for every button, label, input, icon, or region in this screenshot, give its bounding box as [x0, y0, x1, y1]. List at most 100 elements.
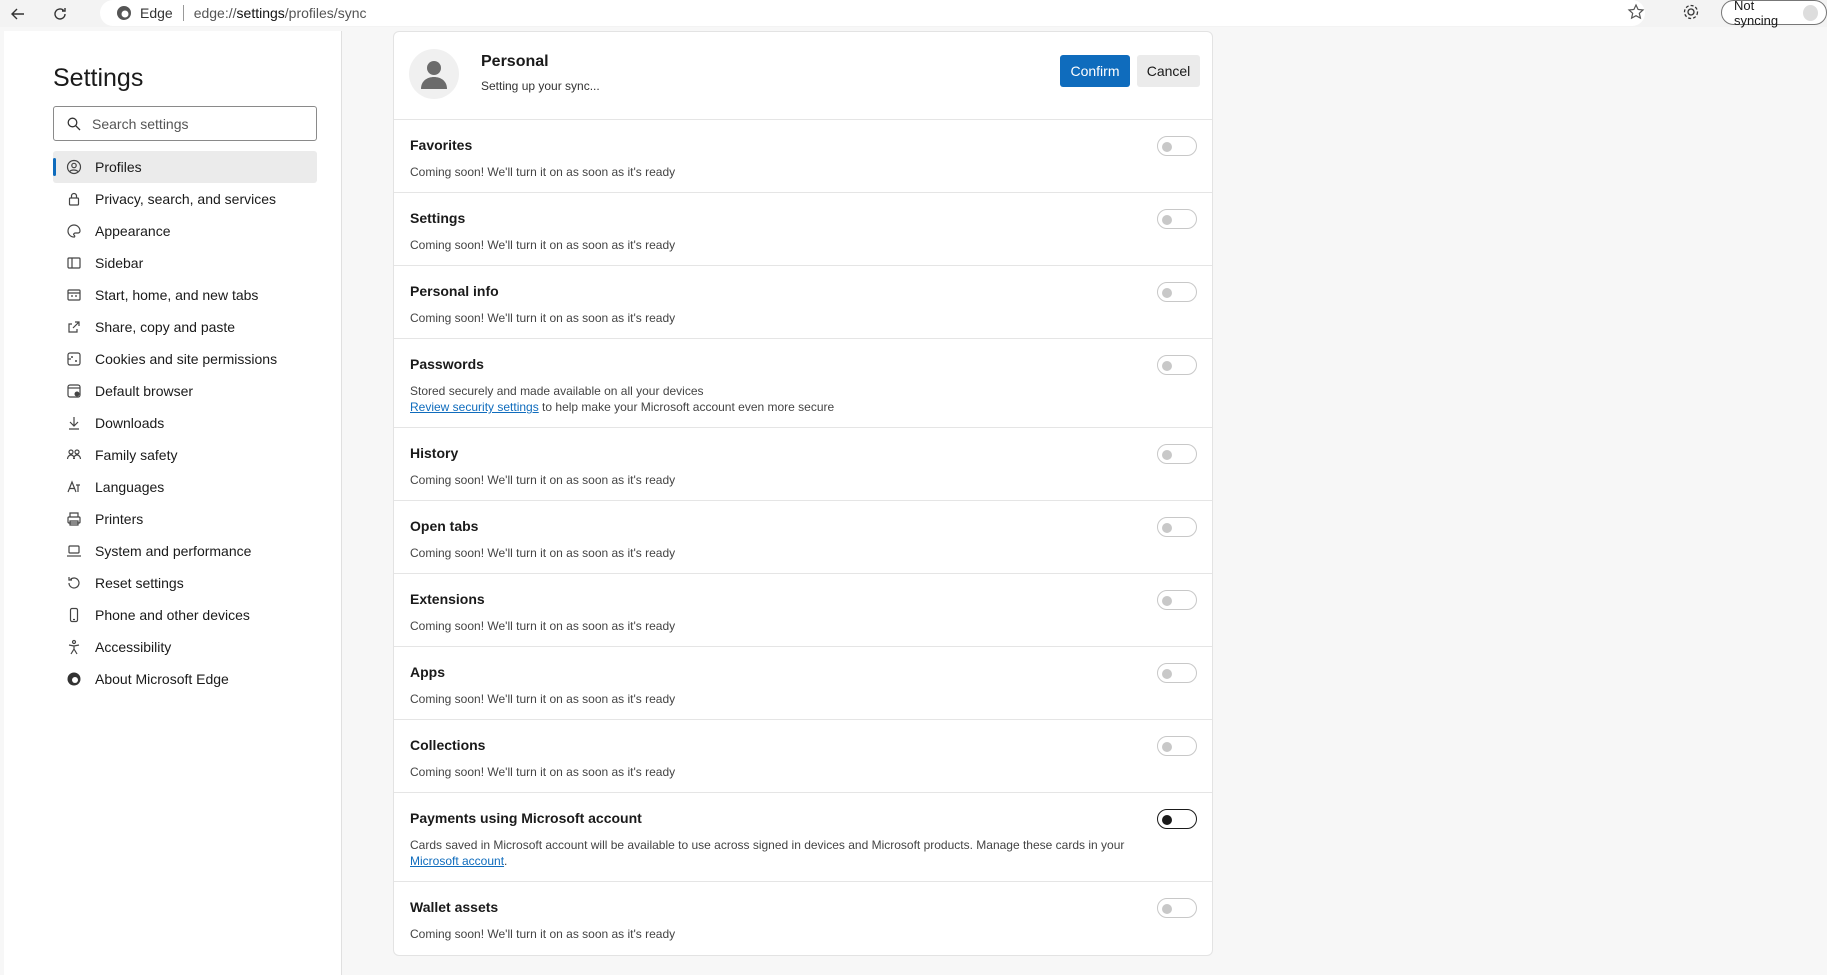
sync-item-description: Coming soon! We'll turn it on as soon as… [410, 472, 1170, 488]
address-bar[interactable]: Edge edge://settings/profiles/sync [100, 0, 1645, 26]
sync-toggle-passwords[interactable] [1157, 355, 1197, 375]
sidebar-item-privacy-search-and-services[interactable]: Privacy, search, and services [53, 183, 317, 215]
sync-item-description-text: Coming soon! We'll turn it on as soon as… [410, 165, 676, 179]
extensions-button[interactable] [1682, 3, 1700, 26]
sync-item-title: Apps [410, 664, 445, 680]
sidebar-item-system-and-performance[interactable]: System and performance [53, 535, 317, 567]
sidebar-item-label: About Microsoft Edge [95, 671, 229, 687]
sidebar-item-default-browser[interactable]: Default browser [53, 375, 317, 407]
refresh-button[interactable] [42, 0, 78, 27]
sync-item-description: Stored securely and made available on al… [410, 383, 1170, 415]
sidebar-item-label: Default browser [95, 383, 194, 399]
palette-icon [65, 222, 83, 240]
sync-toggle-wallet-assets[interactable] [1157, 898, 1197, 918]
sync-item-title: Settings [410, 210, 466, 226]
sidebar-item-cookies-and-site-permissions[interactable]: Cookies and site permissions [53, 343, 317, 375]
sync-toggle-history[interactable] [1157, 444, 1197, 464]
lock-icon [65, 190, 83, 208]
sidebar-item-label: Languages [95, 479, 165, 495]
sync-item-description: Coming soon! We'll turn it on as soon as… [410, 237, 1170, 253]
sidebar-item-printers[interactable]: Printers [53, 503, 317, 535]
share-icon [65, 318, 83, 336]
profile-avatar [409, 49, 459, 99]
sync-toggle-payments-using-microsoft-account[interactable] [1157, 809, 1197, 829]
search-box[interactable] [53, 106, 317, 141]
edge-icon [65, 670, 83, 688]
sidebar-item-label: Reset settings [95, 575, 184, 591]
sidebar-item-downloads[interactable]: Downloads [53, 407, 317, 439]
sync-item-title: Favorites [410, 137, 473, 153]
sync-item-description-text: Coming soon! We'll turn it on as soon as… [410, 765, 676, 779]
sidebar-item-accessibility[interactable]: Accessibility [53, 631, 317, 663]
sync-item-description-text: Coming soon! We'll turn it on as soon as… [410, 238, 676, 252]
sidebar-item-sidebar[interactable]: Sidebar [53, 247, 317, 279]
sidebar-item-about-microsoft-edge[interactable]: About Microsoft Edge [53, 663, 317, 695]
profile-icon [65, 158, 83, 176]
sync-toggle-extensions[interactable] [1157, 590, 1197, 610]
gear-icon [1683, 4, 1699, 20]
sidebar-item-profiles[interactable]: Profiles [53, 151, 317, 183]
sync-item-description-text: Coming soon! We'll turn it on as soon as… [410, 692, 676, 706]
avatar-icon [1803, 4, 1818, 21]
toggle-knob [1162, 361, 1172, 371]
sidebar-item-appearance[interactable]: Appearance [53, 215, 317, 247]
browser-toolbar: Edge edge://settings/profiles/sync Not s… [0, 0, 1827, 28]
sync-status-button[interactable]: Not syncing [1721, 0, 1827, 28]
home-icon [65, 286, 83, 304]
toggle-knob [1162, 215, 1172, 225]
search-input[interactable] [92, 115, 302, 132]
laptop-icon [65, 542, 83, 560]
sidebar-item-start-home-and-new-tabs[interactable]: Start, home, and new tabs [53, 279, 317, 311]
accessibility-icon [65, 638, 83, 656]
sync-item-link[interactable]: Review security settings [410, 400, 539, 414]
sidebar-item-label: Appearance [95, 223, 171, 239]
page-title: Settings [53, 64, 144, 92]
toggle-knob [1162, 596, 1172, 606]
settings-sidebar: Settings Profiles Privacy, search, and se… [4, 31, 342, 975]
sync-item-description: Coming soon! We'll turn it on as soon as… [410, 926, 1170, 942]
back-button[interactable] [0, 0, 36, 27]
sync-toggle-open-tabs[interactable] [1157, 517, 1197, 537]
sidebar-item-family-safety[interactable]: Family safety [53, 439, 317, 471]
sync-row-payments-using-microsoft-account: Payments using Microsoft account Cards sa… [394, 793, 1212, 882]
sync-item-title: Payments using Microsoft account [410, 810, 642, 826]
language-icon [65, 478, 83, 496]
edge-logo-icon [117, 6, 131, 20]
sync-item-description: Coming soon! We'll turn it on as soon as… [410, 764, 1170, 780]
sidebar-item-label: Family safety [95, 447, 178, 463]
sync-row-passwords: Passwords Stored securely and made availa… [394, 339, 1212, 428]
sidebar-item-share-copy-and-paste[interactable]: Share, copy and paste [53, 311, 317, 343]
sidebar-item-phone-and-other-devices[interactable]: Phone and other devices [53, 599, 317, 631]
sync-row-extensions: Extensions Coming soon! We'll turn it on … [394, 574, 1212, 647]
sync-item-title: Personal info [410, 283, 499, 299]
cancel-button[interactable]: Cancel [1137, 55, 1200, 87]
url-text: edge://settings/profiles/sync [193, 5, 367, 21]
sync-item-description-text: Coming soon! We'll turn it on as soon as… [410, 619, 676, 633]
sidebar-item-languages[interactable]: Languages [53, 471, 317, 503]
sync-item-title: Collections [410, 737, 486, 753]
sync-item-link[interactable]: Microsoft account [410, 854, 504, 868]
sync-item-title: Open tabs [410, 518, 479, 534]
sync-toggle-personal-info[interactable] [1157, 282, 1197, 302]
phone-icon [65, 606, 83, 624]
favorite-star-button[interactable] [1627, 3, 1645, 26]
sync-item-description-text: Cards saved in Microsoft account will be… [410, 838, 1125, 852]
settings-menu: Profiles Privacy, search, and services App… [53, 151, 317, 695]
site-label: Edge [140, 5, 173, 21]
sync-item-description-suffix: to help make your Microsoft account even… [538, 400, 835, 414]
sync-item-description: Coming soon! We'll turn it on as soon as… [410, 691, 1170, 707]
sync-item-description-text: Stored securely and made available on al… [410, 384, 704, 398]
sync-toggle-apps[interactable] [1157, 663, 1197, 683]
sync-item-description: Coming soon! We'll turn it on as soon as… [410, 310, 1170, 326]
sync-item-description-text: Coming soon! We'll turn it on as soon as… [410, 311, 676, 325]
sidebar-item-label: System and performance [95, 543, 252, 559]
confirm-button[interactable]: Confirm [1060, 55, 1130, 87]
sidebar-item-label: Phone and other devices [95, 607, 250, 623]
profile-status: Setting up your sync... [481, 79, 600, 93]
sync-toggle-collections[interactable] [1157, 736, 1197, 756]
profile-header: Personal Setting up your sync... Confirm… [394, 32, 1212, 120]
sync-toggle-favorites[interactable] [1157, 136, 1197, 156]
sync-row-apps: Apps Coming soon! We'll turn it on as soo… [394, 647, 1212, 720]
sync-toggle-settings[interactable] [1157, 209, 1197, 229]
sidebar-item-reset-settings[interactable]: Reset settings [53, 567, 317, 599]
